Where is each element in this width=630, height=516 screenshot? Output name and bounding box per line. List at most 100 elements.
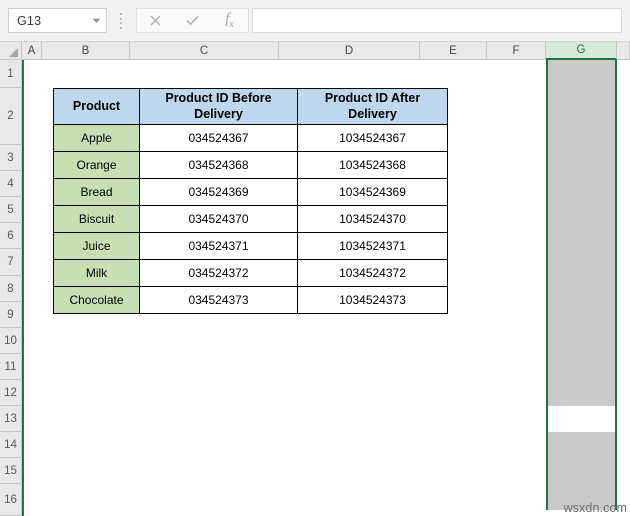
cell-id-before[interactable]: 034524369 — [139, 178, 298, 207]
column-header-label: B — [81, 44, 90, 57]
toolbar-separator-dots — [119, 13, 123, 29]
row-header-13[interactable]: 13 — [0, 406, 22, 432]
cell-id-before[interactable]: 034524370 — [139, 205, 298, 234]
row-header-label: 14 — [4, 438, 17, 451]
column-header-b[interactable]: B — [42, 42, 130, 60]
column-header-label: D — [344, 44, 354, 57]
row-header-4[interactable]: 4 — [0, 171, 22, 197]
cell-product[interactable]: Orange — [53, 151, 140, 180]
cell-id-after[interactable]: 1034524373 — [297, 286, 448, 315]
column-header-g[interactable]: G — [546, 42, 617, 60]
row-header-5[interactable]: 5 — [0, 197, 22, 223]
table-row: Milk 034524372 1034524372 — [53, 259, 448, 288]
row-header-label: 2 — [7, 110, 14, 122]
formula-input[interactable] — [252, 8, 622, 33]
row-header-2[interactable]: 2 — [0, 88, 22, 145]
column-header-label: G — [576, 44, 586, 56]
column-header-partial[interactable] — [617, 42, 630, 60]
cell-id-before[interactable]: 034524367 — [139, 124, 298, 153]
name-box[interactable]: G13 — [8, 8, 107, 33]
row-header-6[interactable]: 6 — [0, 223, 22, 249]
column-header-c[interactable]: C — [130, 42, 279, 60]
row-header-label: 11 — [4, 360, 17, 373]
column-header-e[interactable]: E — [420, 42, 487, 60]
cell-id-before[interactable]: 034524373 — [139, 286, 298, 315]
cell-id-after[interactable]: 1034524372 — [297, 259, 448, 288]
row-header-1[interactable]: 1 — [0, 60, 22, 88]
close-icon[interactable] — [137, 9, 174, 32]
column-header-label: A — [27, 44, 36, 57]
select-all-corner[interactable] — [0, 42, 22, 60]
table-row: Juice 034524371 1034524371 — [53, 232, 448, 261]
row-header-8[interactable]: 8 — [0, 276, 22, 302]
row-header-label: 1 — [7, 67, 14, 80]
column-headers: A B C D E F G — [0, 42, 630, 60]
formula-button-group: fx — [136, 8, 249, 33]
column-header-label: C — [199, 44, 209, 57]
row-header-label: 12 — [4, 386, 17, 399]
row-header-label: 3 — [7, 151, 14, 164]
cell-product[interactable]: Milk — [53, 259, 140, 288]
row-header-11[interactable]: 11 — [0, 354, 22, 380]
product-id-table: Product Product ID Before Delivery Produ… — [53, 87, 448, 315]
row-header-label: 15 — [4, 464, 17, 477]
cell-product[interactable]: Biscuit — [53, 205, 140, 234]
row-header-label: 9 — [7, 308, 14, 321]
cell-id-after[interactable]: 1034524368 — [297, 151, 448, 180]
row-header-label: 16 — [4, 493, 17, 506]
row-header-label: 5 — [7, 203, 14, 216]
row-header-9[interactable]: 9 — [0, 302, 22, 328]
table-body: Apple 034524367 1034524367 Orange 034524368 1… — [53, 124, 448, 315]
column-header-label: F — [512, 44, 520, 57]
cell-product[interactable]: Bread — [53, 178, 140, 207]
formula-bar-strip: G13 fx — [0, 0, 630, 42]
table-header-product: Product — [53, 87, 140, 126]
row-header-10[interactable]: 10 — [0, 328, 22, 354]
row-header-label: 4 — [7, 177, 14, 190]
row-header-7[interactable]: 7 — [0, 249, 22, 276]
table-row: Chocolate 034524373 1034524373 — [53, 286, 448, 315]
table-row: Bread 034524369 1034524369 — [53, 178, 448, 207]
table-row: Apple 034524367 1034524367 — [53, 124, 448, 153]
column-header-label: E — [449, 44, 457, 57]
cell-id-before[interactable]: 034524372 — [139, 259, 298, 288]
column-header-f[interactable]: F — [487, 42, 546, 60]
cell-product[interactable]: Apple — [53, 124, 140, 153]
column-header-d[interactable]: D — [279, 42, 420, 60]
row-headers: 1 2 3 4 5 6 7 8 9 10 11 12 13 14 15 16 — [0, 60, 22, 516]
row-header-label: 6 — [7, 229, 14, 242]
row-header-14[interactable]: 14 — [0, 432, 22, 458]
row-header-15[interactable]: 15 — [0, 458, 22, 484]
table-row: Orange 034524368 1034524368 — [53, 151, 448, 180]
check-icon[interactable] — [174, 9, 211, 32]
cell-product[interactable]: Chocolate — [53, 286, 140, 315]
row-header-label: 7 — [7, 256, 14, 268]
cell-id-after[interactable]: 1034524369 — [297, 178, 448, 207]
row-header-3[interactable]: 3 — [0, 145, 22, 171]
cell-id-before[interactable]: 034524368 — [139, 151, 298, 180]
table-header-row: Product Product ID Before Delivery Produ… — [53, 87, 448, 126]
name-box-value: G13 — [17, 13, 42, 28]
chevron-down-icon[interactable] — [86, 18, 106, 24]
row-header-12[interactable]: 12 — [0, 380, 22, 406]
table-row: Biscuit 034524370 1034524370 — [53, 205, 448, 234]
cell-id-before[interactable]: 034524371 — [139, 232, 298, 261]
table-header-id-after: Product ID After Delivery — [297, 87, 448, 126]
cell-id-after[interactable]: 1034524370 — [297, 205, 448, 234]
select-all-triangle-icon — [9, 48, 18, 57]
cell-id-after[interactable]: 1034524371 — [297, 232, 448, 261]
active-cell-g13[interactable] — [548, 406, 615, 432]
row-header-16[interactable]: 16 — [0, 484, 22, 516]
cell-id-after[interactable]: 1034524367 — [297, 124, 448, 153]
row-header-label: 8 — [7, 282, 14, 295]
row-header-label: 13 — [4, 412, 17, 425]
worksheet-grid[interactable]: Product Product ID Before Delivery Produ… — [24, 60, 630, 516]
column-g-selection[interactable] — [546, 60, 617, 510]
fx-icon[interactable]: fx — [211, 9, 248, 32]
fx-icon-x: x — [229, 19, 234, 30]
cell-product[interactable]: Juice — [53, 232, 140, 261]
table-header-id-before: Product ID Before Delivery — [139, 87, 298, 126]
column-header-a[interactable]: A — [22, 42, 42, 60]
row-header-label: 10 — [4, 334, 17, 347]
site-watermark: wsxdn.com — [563, 501, 627, 515]
